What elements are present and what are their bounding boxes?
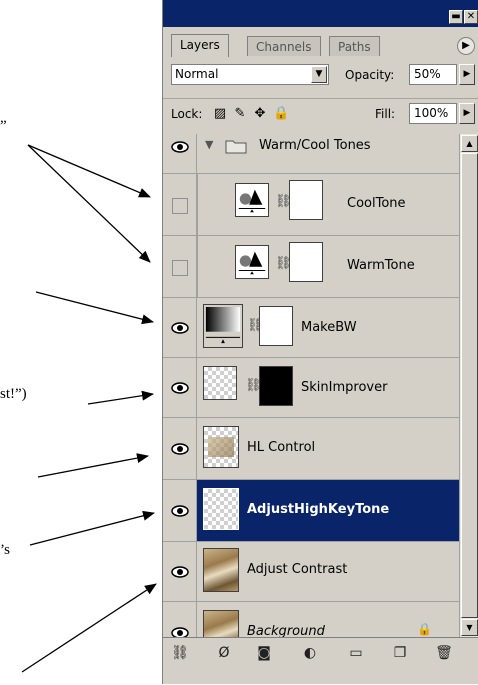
arrow-to-hl-control: [37, 453, 149, 478]
minimize-button[interactable]: ▬: [449, 10, 463, 24]
eye-icon[interactable]: [171, 627, 189, 637]
annotation-fragment-s: ’s: [0, 542, 11, 558]
layer-mask-thumbnail[interactable]: [289, 242, 323, 282]
arrow-to-warmtone: [27, 144, 151, 263]
arrow-to-adjusthighkeytone: [29, 510, 155, 546]
layer-name: MakeBW: [301, 320, 357, 335]
layer-name: Background: [247, 624, 325, 637]
panel-title-bar: ▬ ✕: [163, 0, 478, 27]
layers-panel: ▬ ✕ Layers Channels Paths ▶ Normal ▼ Opa…: [162, 0, 478, 684]
annotation-fragment-quote: ”: [0, 118, 7, 134]
opacity-label: Opacity:: [345, 68, 395, 82]
layers-list: ▼ Warm/Cool Tones ⛓ CoolTone ⛓ WarmTone: [163, 134, 459, 637]
blend-opacity-row: Normal ▼ Opacity: 50% ▶: [163, 60, 478, 88]
layer-thumbnail: [203, 366, 237, 400]
blend-mode-select[interactable]: Normal ▼: [171, 64, 329, 85]
layer-name: CoolTone: [347, 196, 406, 211]
scroll-up-arrow-icon[interactable]: ▲: [461, 135, 478, 152]
eye-icon[interactable]: [171, 141, 189, 153]
layer-row-adjusthighkeytone[interactable]: AdjustHighKeyTone: [163, 480, 459, 542]
layer-row-cooltone[interactable]: ⛓ CoolTone: [163, 174, 459, 236]
layer-mask-thumbnail[interactable]: [259, 366, 293, 406]
tab-channels[interactable]: Channels: [247, 36, 321, 56]
eye-icon[interactable]: [171, 566, 189, 578]
new-adjustment-layer-icon[interactable]: ◐: [301, 644, 319, 662]
blend-mode-value: Normal: [175, 67, 219, 81]
layer-thumbnail: [203, 488, 239, 530]
layer-thumbnail: [203, 548, 239, 592]
annotation-fragment-st: st!”): [0, 386, 27, 402]
eye-icon[interactable]: [171, 382, 189, 394]
layer-row-background[interactable]: Background 🔒: [163, 602, 459, 637]
delete-layer-trash-icon[interactable]: 🗑: [435, 644, 453, 662]
arrow-to-adjust-contrast: [21, 583, 157, 673]
eye-icon[interactable]: [171, 443, 189, 455]
eye-icon[interactable]: [171, 505, 189, 517]
layers-bottom-toolbar: ⛓ Ø ◙ ◐ ▭ ❐ 🗑: [163, 637, 478, 685]
lock-transparency-icon[interactable]: ▨: [213, 107, 227, 121]
scrollbar-thumb[interactable]: [461, 153, 478, 618]
panel-tabs: Layers Channels Paths ▶: [163, 27, 478, 57]
layer-thumbnail: [203, 426, 239, 468]
adjustment-layer-icon: [235, 245, 269, 279]
layer-thumbnail: [203, 610, 239, 637]
fill-slider-button[interactable]: ▶: [459, 103, 475, 124]
lock-label: Lock:: [171, 107, 203, 121]
layer-row-hl-control[interactable]: HL Control: [163, 418, 459, 480]
visibility-toggle-empty[interactable]: [172, 198, 188, 214]
panel-menu-button[interactable]: ▶: [457, 37, 475, 55]
lock-fill-row: Lock: ▨ ✎ ✥ 🔒 Fill: 100% ▶: [163, 98, 478, 127]
add-mask-icon[interactable]: ◙: [255, 644, 273, 662]
close-button[interactable]: ✕: [464, 10, 478, 24]
group-expand-triangle-icon[interactable]: ▼: [205, 138, 213, 151]
layer-style-fx-icon[interactable]: Ø: [215, 644, 233, 662]
visibility-toggle-empty[interactable]: [172, 260, 188, 276]
opacity-field[interactable]: 50%: [409, 64, 457, 85]
layer-name: HL Control: [247, 440, 316, 455]
layer-name: SkinImprover: [301, 380, 388, 395]
arrow-to-skinimprover: [87, 390, 154, 405]
lock-position-move-icon[interactable]: ✥: [253, 107, 267, 121]
lock-icon: 🔒: [417, 622, 432, 636]
link-layers-icon[interactable]: ⛓: [171, 644, 189, 662]
layer-row-adjust-contrast[interactable]: Adjust Contrast: [163, 542, 459, 602]
scroll-down-arrow-icon[interactable]: ▼: [461, 619, 478, 636]
layer-row-skinimprover[interactable]: ⛓ SkinImprover: [163, 358, 459, 418]
chevron-down-icon[interactable]: ▼: [311, 66, 327, 83]
layer-row-makebw[interactable]: ⛓ MakeBW: [163, 298, 459, 358]
layer-row-warmtone[interactable]: ⛓ WarmTone: [163, 236, 459, 298]
opacity-slider-button[interactable]: ▶: [459, 64, 475, 85]
layer-row-group[interactable]: ▼ Warm/Cool Tones: [163, 134, 459, 174]
lock-pixels-brush-icon[interactable]: ✎: [233, 107, 247, 121]
eye-icon[interactable]: [171, 322, 189, 334]
tab-paths[interactable]: Paths: [329, 36, 380, 56]
layers-scrollbar[interactable]: ▲ ▼: [459, 134, 478, 637]
layer-name: AdjustHighKeyTone: [247, 502, 390, 517]
layer-mask-thumbnail[interactable]: [289, 180, 323, 220]
new-layer-icon[interactable]: ❐: [391, 644, 409, 662]
fill-field[interactable]: 100%: [409, 103, 457, 124]
arrow-to-makebw: [35, 291, 154, 325]
gradient-map-adjustment-icon: [203, 304, 243, 348]
tab-layers[interactable]: Layers: [171, 34, 229, 57]
arrow-to-cooltone: [27, 144, 151, 198]
layer-name: WarmTone: [347, 258, 415, 273]
new-group-folder-icon[interactable]: ▭: [347, 644, 365, 662]
lock-all-icon[interactable]: 🔒: [273, 107, 289, 121]
folder-icon: [225, 140, 247, 154]
layer-name: Adjust Contrast: [247, 562, 348, 577]
fill-label: Fill:: [375, 107, 396, 121]
layer-name: Warm/Cool Tones: [259, 138, 371, 153]
adjustment-layer-icon: [235, 183, 269, 217]
layer-mask-thumbnail[interactable]: [259, 306, 293, 346]
